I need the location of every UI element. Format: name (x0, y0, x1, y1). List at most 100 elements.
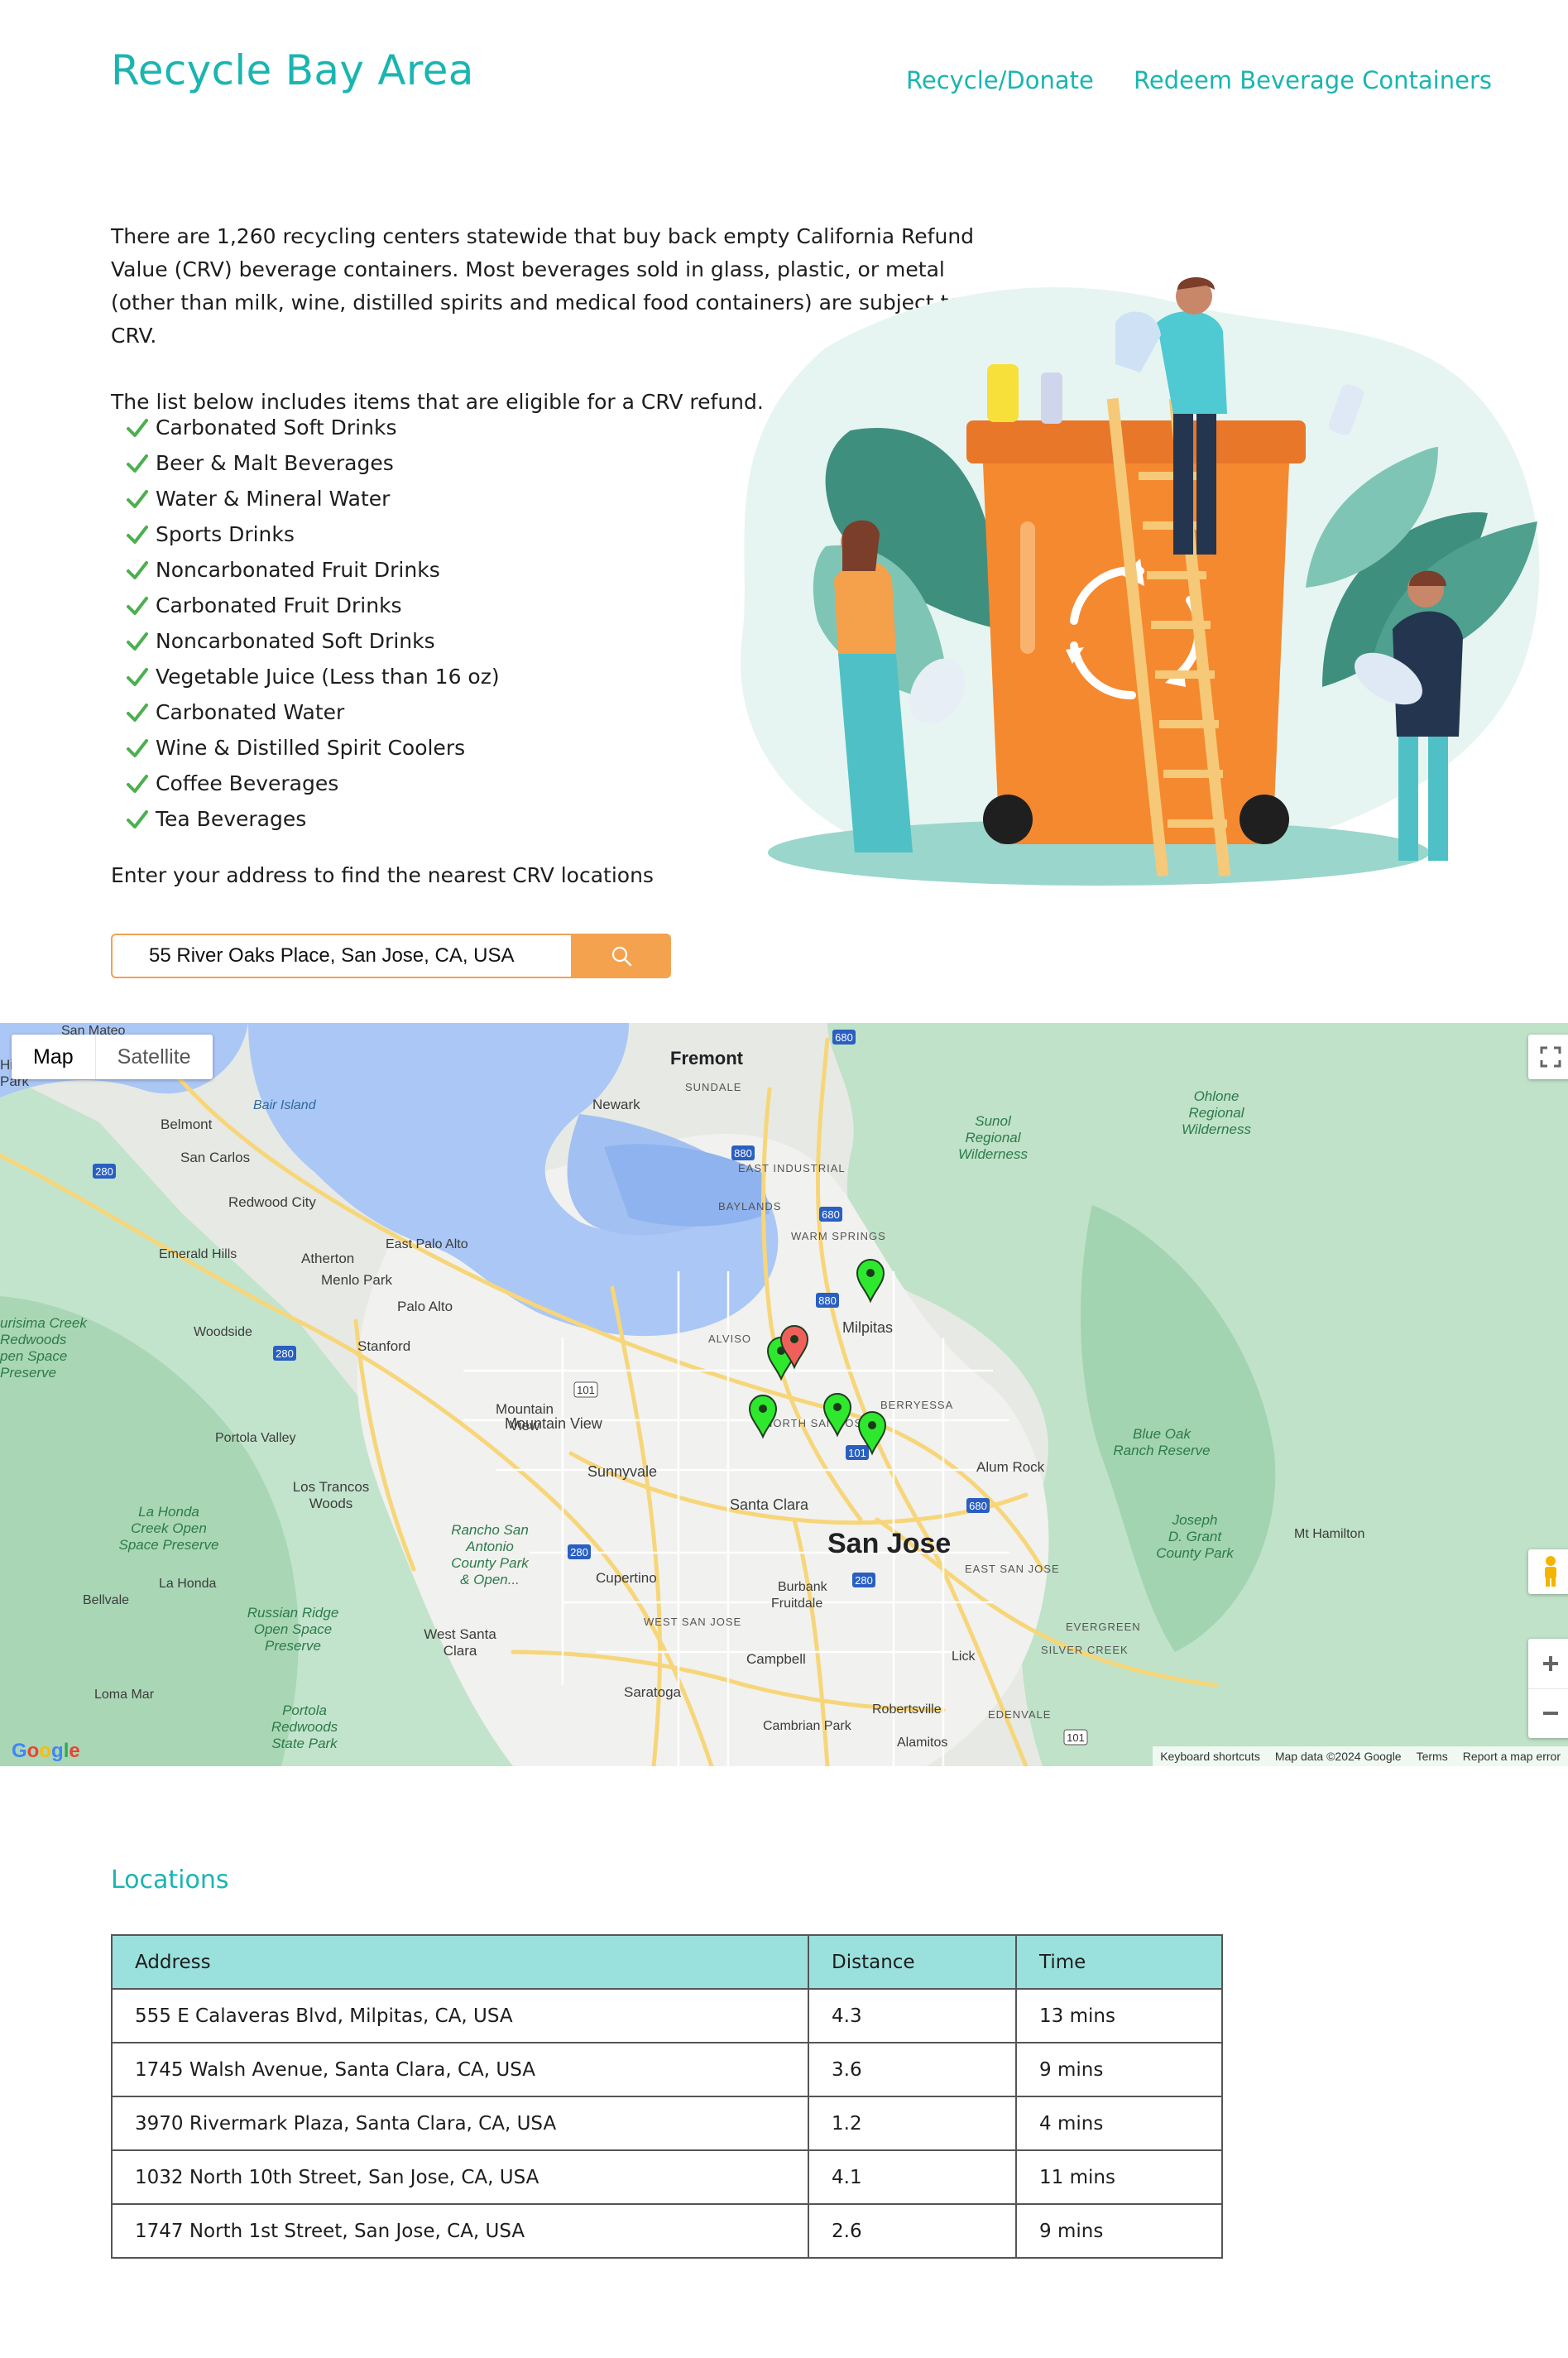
item-label: Vegetable Juice (Less than 16 oz) (156, 665, 500, 689)
svg-text:101: 101 (1067, 1731, 1085, 1744)
map-type-map[interactable]: Map (12, 1035, 95, 1079)
map-label: Cambrian Park (763, 1719, 852, 1733)
cell-time: 13 mins (1015, 1988, 1223, 2043)
main-nav: Recycle/Donate Redeem Beverage Container… (906, 66, 1492, 99)
map-label: Saratoga (624, 1684, 682, 1700)
site-brand[interactable]: Recycle Bay Area (111, 46, 474, 94)
search-prompt: Enter your address to find the nearest C… (111, 863, 654, 887)
map-label: Fremont (670, 1048, 744, 1069)
svg-text:880: 880 (818, 1294, 837, 1307)
google-logo[interactable]: Google (12, 1740, 80, 1763)
svg-text:101: 101 (848, 1447, 866, 1459)
table-row[interactable]: 1745 Walsh Avenue, Santa Clara, CA, USA … (111, 2042, 1223, 2097)
locations-table: Address Distance Time 555 E Calaveras Bl… (111, 1934, 1223, 2259)
keyboard-shortcuts-link[interactable]: Keyboard shortcuts (1153, 1746, 1268, 1766)
map-label: ALVISO (708, 1333, 751, 1345)
cell-distance: 4.1 (808, 2149, 1017, 2205)
map-label: EVERGREEN (1066, 1621, 1141, 1633)
eligible-items-list: Carbonated Soft Drinks Beer & Malt Bever… (126, 410, 500, 837)
zoom-out-button[interactable] (1528, 1689, 1568, 1739)
map-label: Redwood City (228, 1194, 316, 1210)
report-error-link[interactable]: Report a map error (1455, 1746, 1568, 1766)
table-header-row: Address Distance Time (111, 1934, 1223, 1990)
checkmark-icon (127, 596, 148, 615)
map-label: Sunnyvale (587, 1463, 657, 1480)
map-label: Palo Alto (397, 1299, 453, 1314)
map-label: EAST INDUSTRIAL (738, 1162, 846, 1174)
terms-link[interactable]: Terms (1409, 1746, 1455, 1766)
zoom-in-button[interactable] (1528, 1639, 1568, 1689)
item-label: Beer & Malt Beverages (156, 451, 394, 475)
map-type-toggle: Map Satellite (12, 1035, 213, 1079)
checkmark-icon (127, 738, 148, 757)
item-label: Coffee Beverages (156, 771, 339, 795)
map-label: San Carlos (180, 1150, 250, 1165)
list-item: Wine & Distilled Spirit Coolers (126, 730, 500, 766)
street-view-pegman[interactable] (1528, 1549, 1568, 1594)
map-label: Newark (592, 1097, 640, 1112)
map-panel[interactable]: 680 880 680 880 280 280 280 280 680 101 … (0, 1023, 1568, 1766)
nav-redeem-containers[interactable]: Redeem Beverage Containers (1134, 66, 1492, 94)
address-input[interactable] (111, 934, 571, 978)
fullscreen-button[interactable] (1528, 1035, 1568, 1079)
map-label: Burbank (778, 1580, 828, 1594)
list-item: Noncarbonated Fruit Drinks (126, 552, 500, 588)
svg-text:280: 280 (855, 1574, 873, 1587)
svg-text:680: 680 (822, 1208, 840, 1221)
zoom-controls (1528, 1639, 1568, 1738)
table-row[interactable]: 3970 Rivermark Plaza, Santa Clara, CA, U… (111, 2096, 1223, 2151)
yellow-bottle (987, 364, 1019, 422)
svg-text:280: 280 (570, 1546, 588, 1558)
map-label: La Honda (159, 1577, 216, 1591)
table-row[interactable]: 1032 North 10th Street, San Jose, CA, US… (111, 2149, 1223, 2205)
map-type-satellite[interactable]: Satellite (94, 1035, 213, 1079)
map-label: Woodside (194, 1325, 252, 1339)
item-label: Noncarbonated Soft Drinks (156, 629, 435, 653)
item-label: Carbonated Water (156, 700, 345, 724)
checkmark-icon (127, 560, 148, 579)
map-label: Portola Valley (215, 1431, 296, 1445)
map-canvas[interactable]: 680 880 680 880 280 280 280 280 680 101 … (0, 1023, 1568, 1766)
cell-address: 3970 Rivermark Plaza, Santa Clara, CA, U… (111, 2096, 809, 2151)
cell-distance: 3.6 (808, 2042, 1017, 2097)
nav-recycle-donate[interactable]: Recycle/Donate (906, 66, 1094, 94)
map-label: Fruitdale (771, 1597, 822, 1611)
item-label: Carbonated Soft Drinks (156, 415, 397, 439)
cell-distance: 1.2 (808, 2096, 1017, 2151)
list-item: Carbonated Soft Drinks (126, 410, 500, 445)
bin-wheel (1240, 795, 1289, 844)
map-label: NORTH SAN JOSE (765, 1417, 870, 1429)
cell-address: 1032 North 10th Street, San Jose, CA, US… (111, 2149, 809, 2205)
table-row[interactable]: 555 E Calaveras Blvd, Milpitas, CA, USA … (111, 1988, 1223, 2043)
checkmark-icon (127, 489, 148, 508)
minus-icon (1543, 1712, 1558, 1716)
map-label: Campbell (746, 1651, 806, 1667)
map-label: Bellvale (83, 1593, 129, 1607)
item-label: Tea Beverages (156, 807, 307, 831)
item-label: Water & Mineral Water (156, 487, 391, 511)
map-label: Bair Island (253, 1098, 317, 1112)
map-label: Loma Mar (94, 1688, 155, 1702)
cell-address: 1747 North 1st Street, San Jose, CA, USA (111, 2203, 809, 2259)
map-label: Menlo Park (321, 1272, 392, 1288)
map-label: EDENVALE (988, 1708, 1051, 1721)
map-label: Alum Rock (976, 1459, 1045, 1475)
map-label: Santa Clara (730, 1496, 809, 1513)
header-address: Address (111, 1934, 809, 1990)
map-label: Stanford (357, 1338, 410, 1354)
list-item: Carbonated Fruit Drinks (126, 588, 500, 623)
list-item: Sports Drinks (126, 516, 500, 552)
bin-lid (966, 420, 1306, 463)
locations-title: Locations (111, 1866, 229, 1895)
checkmark-icon (127, 809, 148, 828)
search-button[interactable] (571, 934, 671, 978)
map-attribution: Keyboard shortcuts Map data ©2024 Google… (1153, 1746, 1568, 1766)
list-item: Coffee Beverages (126, 766, 500, 801)
checkmark-icon (127, 525, 148, 544)
map-label: Cupertino (596, 1570, 657, 1586)
header-distance: Distance (808, 1934, 1017, 1990)
map-label: Alamitos (897, 1736, 947, 1750)
table-row[interactable]: 1747 North 1st Street, San Jose, CA, USA… (111, 2203, 1223, 2259)
checkmark-icon (127, 774, 148, 793)
pegman-icon (1545, 1556, 1556, 1587)
